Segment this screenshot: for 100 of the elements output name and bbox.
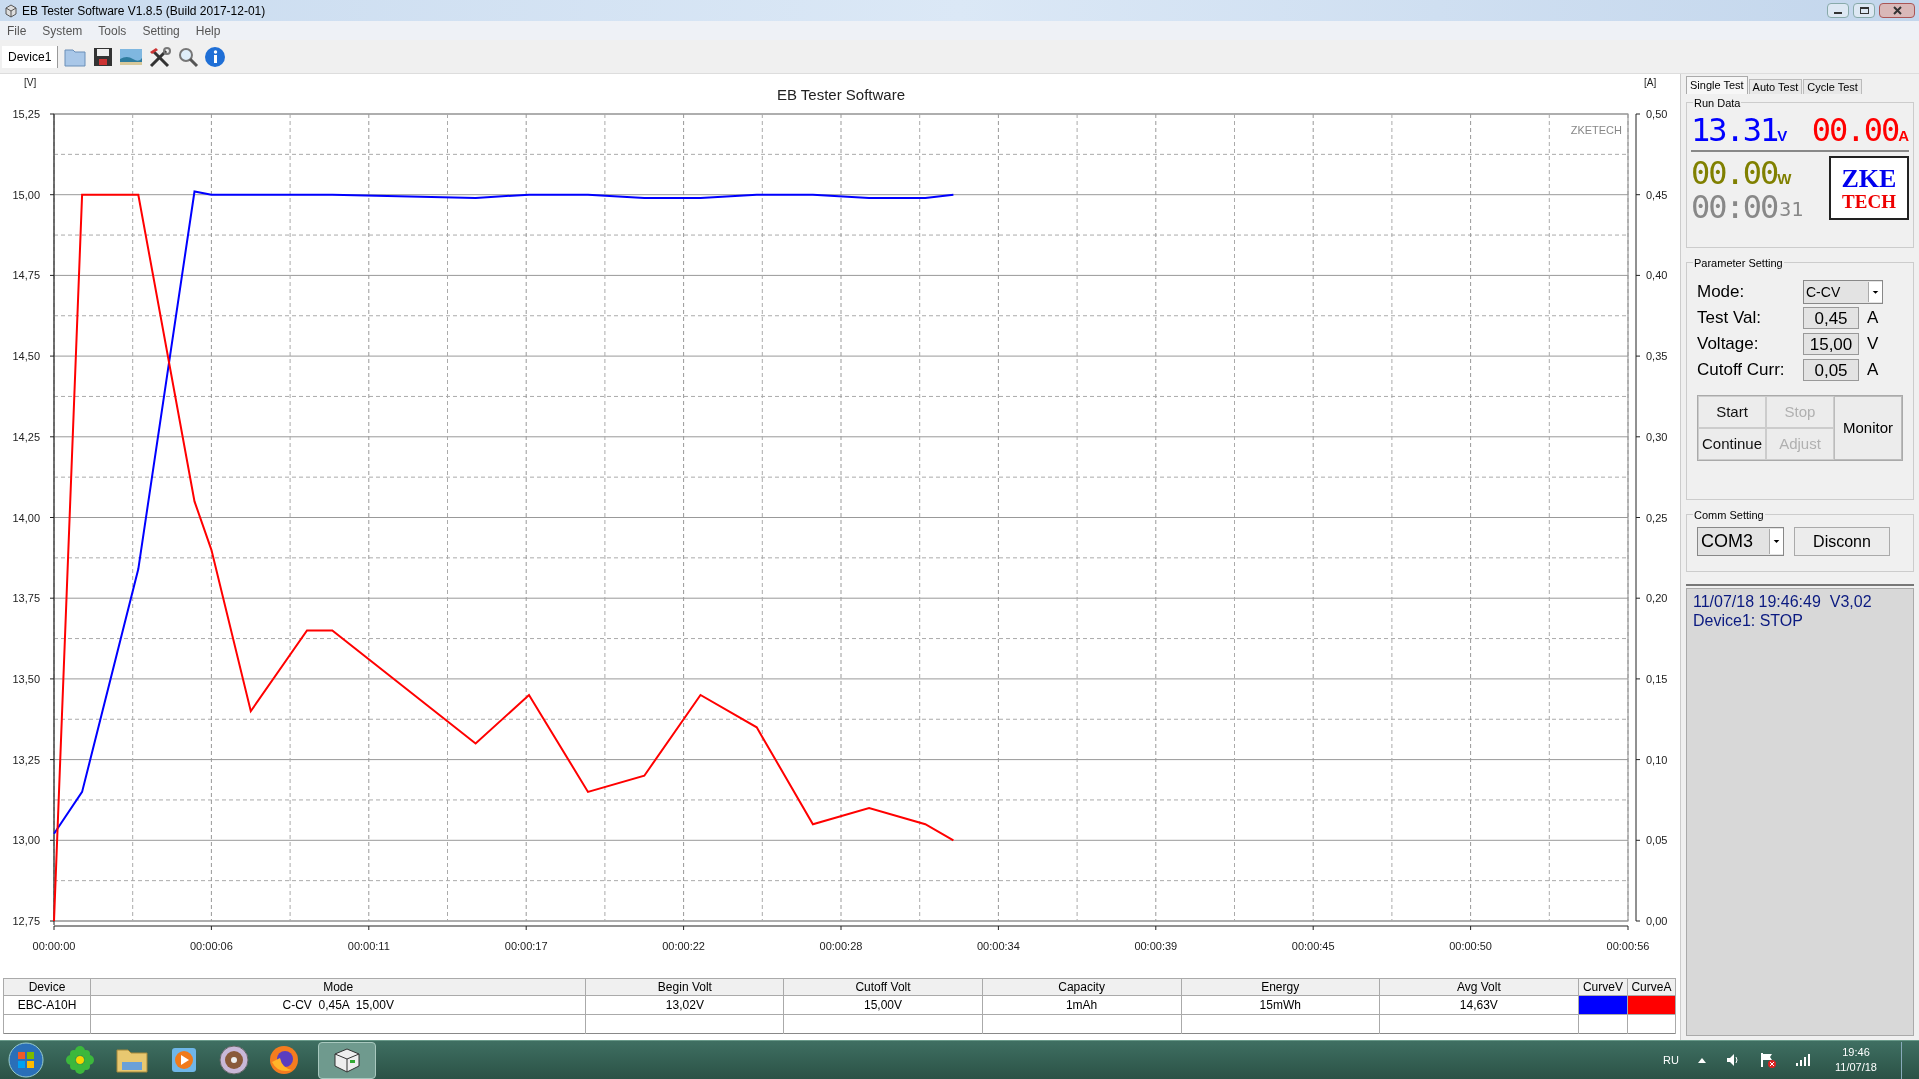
column-header: Mode [90,978,586,996]
current-reading: 00.00 [1811,113,1899,147]
column-header: Begin Volt [585,978,784,996]
field-label: Voltage: [1697,333,1760,356]
axis-tick-label: 0,05 [1646,834,1668,847]
column-header: CurveA [1627,978,1676,996]
axis-tick-label: 13,50 [12,672,40,685]
tools-icon[interactable] [148,45,173,68]
axis-tick-label: 14,75 [12,269,40,282]
axis-tick-label: 13,25 [12,753,40,766]
axis-tick-label: 0,30 [1646,430,1668,443]
axis-tick-label: 15,25 [12,108,40,120]
axis-tick-label: 0,00 [1646,915,1668,927]
axis-tick-label: 0,20 [1646,592,1668,605]
menu-item[interactable]: Help [195,21,221,40]
device-tab[interactable]: Device1 [2,45,59,68]
tab[interactable]: Auto Test [1748,79,1803,94]
column-header: Energy [1181,978,1380,996]
axis-tick-label: 00:00:17 [504,940,548,952]
logo: ZKE TECH [1829,156,1909,220]
axis-tick-label: 00:00:00 [32,940,76,952]
flag-icon[interactable] [1759,1051,1777,1069]
column-header: Device [3,978,91,996]
mode-dropdown[interactable]: C-CV [1803,280,1883,304]
browser-icon[interactable] [268,1044,300,1076]
table-cell: 15,00V [783,995,983,1015]
app-taskbar-button[interactable] [318,1041,376,1079]
chart-watermark-label: ZKETECH [1570,124,1622,136]
axis-tick-label: 0,35 [1646,350,1668,363]
axis-tick-label: 0,50 [1646,108,1668,120]
axis-tick-label: 14,25 [12,430,40,443]
action-button[interactable]: Start [1698,396,1766,428]
column-header: Capacity [982,978,1182,996]
axis-tick-label: 0,25 [1646,511,1668,524]
disc-icon[interactable] [218,1044,250,1076]
axis-tick-label: 00:00:50 [1449,940,1492,952]
axis-tick-label: 00:00:11 [347,940,390,952]
field-label: Cutoff Curr: [1697,359,1786,382]
tab[interactable]: Cycle Test [1803,79,1862,94]
chart-title: EB Tester Software [776,86,906,103]
disconnect-button[interactable]: Disconn [1794,527,1890,556]
menu-item[interactable]: File [7,21,27,40]
table-cell: 15mWh [1181,995,1380,1015]
voltage-reading: 13.31 [1691,113,1778,147]
speaker-icon[interactable] [1725,1052,1741,1068]
value-field[interactable]: 0,05 [1803,359,1859,381]
column-header: Avg Volt [1379,978,1579,996]
unit-label: W [1777,169,1792,189]
close-icon [1892,6,1902,15]
axis-tick-label: 0,45 [1646,188,1668,201]
axis-tick-label: 12,75 [12,915,40,927]
save-icon[interactable] [92,45,115,68]
table-cell: EBC-A10H [3,995,91,1015]
search-icon[interactable] [177,45,200,68]
minimize-button[interactable] [1827,3,1849,18]
axis-tick-label: 13,75 [12,592,40,605]
action-button[interactable]: Continue [1698,428,1766,460]
axis-tick-label: 0,15 [1646,672,1668,685]
status-panel: 11/07/18 19:46:49 V3,02 Device1: STOP [1686,588,1914,1036]
field-label: Mode: [1697,281,1746,304]
clock[interactable]: 19:46 11/07/18 [1829,1045,1883,1075]
axis-tick-label: 00:00:56 [1606,940,1650,952]
menu-item[interactable]: Setting [142,21,180,40]
monitor-button[interactable]: Monitor [1834,396,1902,460]
seconds-reading: 31 [1779,196,1804,223]
axis-unit-label: [V] [24,77,37,88]
app-icon [4,3,18,18]
info-icon[interactable] [204,45,227,68]
unit-label: A [1867,359,1879,382]
value-field[interactable]: 15,00 [1803,333,1859,355]
signal-icon[interactable] [1795,1053,1811,1067]
axis-tick-label: 0,40 [1646,269,1668,282]
axis-tick-label: 14,50 [12,350,40,363]
axis-tick-label: 00:00:06 [190,940,233,952]
start-button[interactable] [6,1042,46,1078]
language-indicator[interactable]: RU [1663,1051,1679,1069]
table-cell: 13,02V [585,995,784,1015]
table-cell: 1mAh [982,995,1182,1015]
table-cell: 14,63V [1379,995,1579,1015]
up-arrow-icon[interactable] [1697,1056,1707,1064]
menu-item[interactable]: System [42,21,83,40]
close-button[interactable] [1879,3,1915,18]
maximize-button[interactable] [1853,3,1875,18]
image-icon[interactable] [119,46,144,67]
menu-item[interactable]: Tools [98,21,127,40]
time-reading: 00:00 [1691,190,1778,224]
value-field[interactable]: 0,45 [1803,307,1859,329]
tab[interactable]: Single Test [1686,76,1748,94]
axis-tick-label: 00:00:28 [819,940,863,952]
axis-tick-label: 0,10 [1646,753,1668,766]
flower-icon[interactable] [64,1044,96,1076]
field-label: Test Val: [1697,307,1762,330]
axis-tick-label: 00:00:39 [1134,940,1178,952]
unit-label: V [1777,126,1788,146]
axis-tick-label: 13,00 [12,834,40,847]
unit-label: A [1867,307,1879,330]
axis-tick-label: 15,00 [12,188,40,201]
port-dropdown[interactable]: COM3 [1697,527,1784,556]
unit-label: V [1867,333,1879,356]
table-cell: C-CV 0,45A 15,00V [90,995,586,1015]
